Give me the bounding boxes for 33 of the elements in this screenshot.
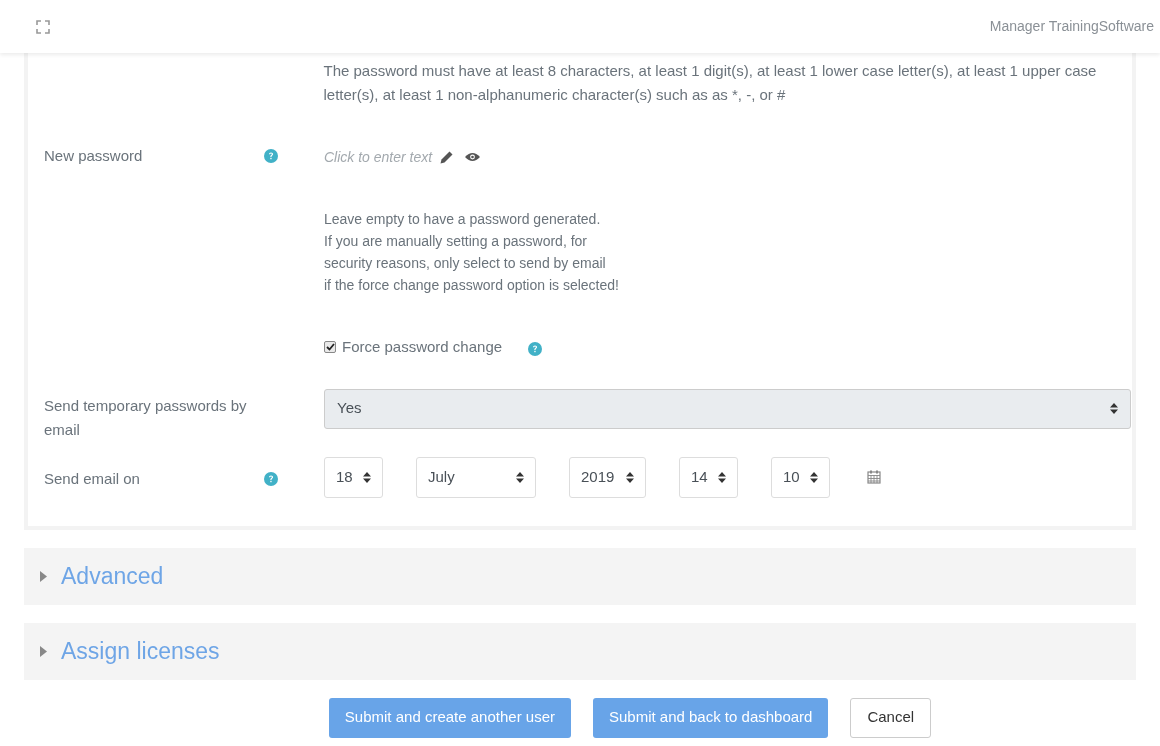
sort-arrows-icon [516, 471, 524, 483]
eye-icon[interactable] [465, 152, 481, 162]
help-icon[interactable] [528, 342, 543, 357]
help-text: If you are manually setting a password, for [324, 232, 589, 251]
calendar-icon[interactable] [867, 470, 881, 484]
field-label: New password [44, 146, 144, 166]
select-field[interactable]: Yes [324, 388, 1131, 429]
select-field[interactable]: 2019 [569, 456, 646, 498]
help-text: security reasons, only select to send by email [324, 254, 607, 273]
checkmark-icon [325, 343, 335, 352]
select-field[interactable]: July [416, 456, 536, 498]
pencil-icon[interactable] [440, 151, 454, 164]
sort-arrows-icon [718, 471, 726, 483]
help-icon[interactable] [264, 471, 278, 486]
select-field[interactable]: 10 [771, 456, 830, 498]
cancel-button[interactable]: Cancel [850, 697, 932, 738]
select-field[interactable]: 14 [679, 456, 738, 498]
password-policy: The password must have at least 8 characters, at least 1 digit(s), at least 1 lower case letter(s), at least 1 upper case letter(s), at least 1 non-alphanumeric character(s) such as as *, -, or # [323, 61, 1098, 105]
checkbox-label[interactable]: Force password change [342, 336, 503, 359]
fullscreen-icon[interactable] [36, 19, 50, 34]
sort-arrows-icon [810, 471, 818, 483]
caret-icon [40, 570, 47, 582]
sort-arrows-icon [626, 471, 634, 483]
field-label: Send email on [44, 468, 141, 489]
help-text: Leave empty to have a password generated. [324, 210, 602, 229]
help-icon[interactable] [264, 149, 278, 163]
sort-arrows-icon [1110, 403, 1118, 414]
field-label: Send temporary passwords by email [44, 395, 248, 440]
sort-arrows-icon [363, 471, 371, 483]
caret-icon [40, 645, 47, 657]
select-field[interactable]: 18 [324, 456, 383, 498]
checkbox[interactable] [324, 341, 336, 354]
help-text: if the force change password option is selected! [324, 276, 620, 295]
